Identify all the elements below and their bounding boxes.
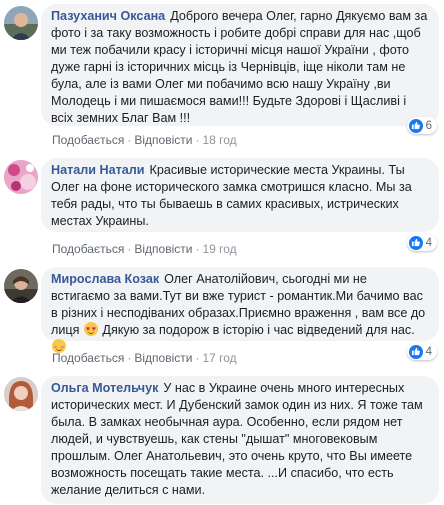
comment-text-continued: Дякую за подорож в історію і час відведе… <box>102 323 415 337</box>
separator: · <box>127 242 132 256</box>
comment: Ольга Мотельчук У нас в Украине очень мно… <box>0 373 444 505</box>
avatar[interactable] <box>4 269 38 303</box>
heart-eyes-emoji-icon <box>83 321 98 338</box>
thumbs-up-icon <box>408 235 423 250</box>
comment-bubble: Пазуханич Оксана Доброго вечера Олег, гар… <box>41 4 439 126</box>
comment: Мирослава Козак Олег Анатолійович, сьогод… <box>0 264 444 370</box>
comment-timestamp[interactable]: 17 год <box>202 351 236 365</box>
comment-text: Доброго вечера Олег, гарно Дякуємо вам з… <box>51 9 428 125</box>
thumbs-up-icon <box>408 344 423 359</box>
comment-author[interactable]: Пазуханич Оксана <box>51 9 165 23</box>
reaction-number: 4 <box>425 345 432 358</box>
comment-actions: Подобається · Відповісти · 19 год <box>52 242 237 256</box>
avatar[interactable] <box>4 160 38 194</box>
profile-photo-icon <box>4 160 38 194</box>
separator: · <box>195 351 200 365</box>
profile-photo-icon <box>4 377 38 411</box>
like-link[interactable]: Подобається <box>52 351 124 365</box>
reaction-count[interactable]: 4 <box>406 234 437 251</box>
comment-actions: Подобається · Відповісти · 17 год <box>52 351 237 365</box>
avatar[interactable] <box>4 6 38 40</box>
comment-author[interactable]: Ольга Мотельчук <box>51 381 158 395</box>
reaction-number: 6 <box>425 119 432 132</box>
comment-actions: Подобається · Відповісти · 18 год <box>52 133 237 147</box>
comment-timestamp[interactable]: 18 год <box>202 133 236 147</box>
comment-bubble: Натали Натали Красивые исторические места… <box>41 158 439 232</box>
like-link[interactable]: Подобається <box>52 242 124 256</box>
reaction-number: 4 <box>425 236 432 249</box>
comment-timestamp[interactable]: 19 год <box>202 242 236 256</box>
reaction-count[interactable]: 6 <box>406 117 437 134</box>
reply-link[interactable]: Відповісти <box>134 133 192 147</box>
separator: · <box>127 351 132 365</box>
comment: Натали Натали Красивые исторические места… <box>0 155 444 261</box>
comment-bubble: Мирослава Козак Олег Анатолійович, сьогод… <box>41 267 439 353</box>
avatar[interactable] <box>4 377 38 411</box>
thumbs-up-icon <box>408 118 423 133</box>
separator: · <box>127 133 132 147</box>
reaction-count[interactable]: 4 <box>406 343 437 360</box>
reply-link[interactable]: Відповісти <box>134 242 192 256</box>
comment: Пазуханич Оксана Доброго вечера Олег, гар… <box>0 0 444 152</box>
reply-link[interactable]: Відповісти <box>134 351 192 365</box>
profile-photo-icon <box>4 6 38 40</box>
comment-author[interactable]: Мирослава Козак <box>51 272 159 286</box>
like-link[interactable]: Подобається <box>52 133 124 147</box>
profile-photo-icon <box>4 269 38 303</box>
comments-thread: Пазуханич Оксана Доброго вечера Олег, гар… <box>0 0 444 505</box>
comment-bubble: Ольга Мотельчук У нас в Украине очень мно… <box>41 376 439 504</box>
separator: · <box>195 242 200 256</box>
comment-text: У нас в Украине очень много интересных и… <box>51 381 423 497</box>
comment-author[interactable]: Натали Натали <box>51 163 145 177</box>
separator: · <box>195 133 200 147</box>
